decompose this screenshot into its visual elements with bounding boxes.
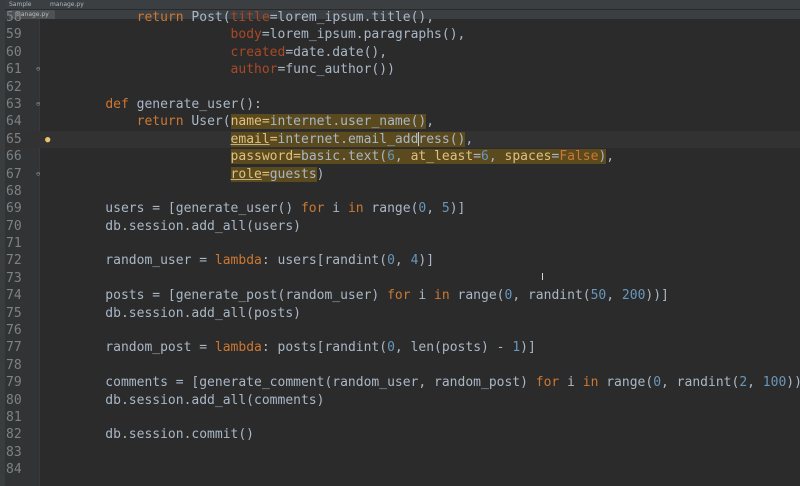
code-text[interactable]: created=date.date(), <box>74 44 388 61</box>
line-number: 62 <box>6 79 22 95</box>
code-text[interactable]: db.session.add_all(comments) <box>74 392 324 409</box>
fold-marker-icon[interactable]: ⊖ <box>36 170 42 177</box>
code-line[interactable]: 83 <box>5 444 800 461</box>
line-number: 72 <box>6 253 22 269</box>
code-text[interactable]: posts = [generate_post(random_user) for … <box>74 287 669 304</box>
fold-marker-icon[interactable]: ⊖ <box>36 66 42 73</box>
code-line[interactable]: 76 <box>5 322 800 339</box>
line-number: 65 <box>6 131 22 147</box>
text-cursor-icon: I <box>541 272 544 283</box>
code-text[interactable]: return Post(title=lorem_ipsum.title(), <box>74 9 434 26</box>
code-line[interactable]: 66 password=basic.text(6, at_least=6, sp… <box>5 148 800 165</box>
code-line[interactable]: 82 db.session.commit() <box>5 426 800 443</box>
code-text[interactable]: author=func_author()) <box>74 61 395 78</box>
code-text[interactable]: password=basic.text(6, at_least=6, space… <box>74 148 614 165</box>
code-text[interactable]: db.session.add_all(posts) <box>74 305 301 322</box>
code-text[interactable]: return User(name=internet.user_name(), <box>74 113 434 130</box>
code-text[interactable]: random_post = lambda: posts[randint(0, l… <box>74 339 536 356</box>
line-number: 67 <box>6 166 22 182</box>
line-number: 83 <box>6 444 22 460</box>
code-line[interactable]: 78 <box>5 357 800 374</box>
code-line[interactable]: 63 ⊖ def generate_user(): <box>5 96 800 113</box>
code-line[interactable]: 68 <box>5 183 800 200</box>
code-line[interactable]: 60 created=date.date(), <box>5 44 800 61</box>
code-line[interactable]: 69 users = [generate_user() for i in ran… <box>5 200 800 217</box>
code-line[interactable]: 70 db.session.add_all(users) <box>5 218 800 235</box>
code-line[interactable]: 65 ● email=internet.email_address(), <box>5 130 800 149</box>
line-number: 84 <box>6 462 22 478</box>
line-number: 70 <box>6 218 22 234</box>
code-line[interactable]: 72 random_user = lambda: users[randint(0… <box>5 252 800 269</box>
line-number: 63 <box>6 96 22 112</box>
intention-bulb-icon[interactable]: ● <box>45 132 50 149</box>
line-number: 75 <box>6 305 22 321</box>
code-line[interactable]: 67 ⊖ role=guests) <box>5 166 800 183</box>
code-area[interactable]: 58 return Post(title=lorem_ipsum.title()… <box>5 9 800 479</box>
code-text[interactable]: db.session.commit() <box>74 426 254 443</box>
line-number: 71 <box>6 236 22 252</box>
code-text[interactable]: role=guests) <box>74 166 324 183</box>
code-line[interactable]: 79 comments = [generate_comment(random_u… <box>5 374 800 391</box>
fold-marker-icon[interactable]: ⊖ <box>36 100 42 107</box>
code-line[interactable]: 81 <box>5 409 800 426</box>
line-number: 78 <box>6 357 22 373</box>
code-text[interactable]: def generate_user(): <box>74 96 262 113</box>
code-line[interactable]: 80 db.session.add_all(comments) <box>5 392 800 409</box>
code-line[interactable]: 73 <box>5 270 800 287</box>
line-number: 68 <box>6 183 22 199</box>
line-number: 74 <box>6 288 22 304</box>
line-number: 66 <box>6 149 22 165</box>
code-text[interactable]: random_user = lambda: users[randint(0, 4… <box>74 252 434 269</box>
code-line[interactable]: 64 return User(name=internet.user_name()… <box>5 113 800 130</box>
code-text[interactable]: email=internet.email_address(), <box>74 131 473 148</box>
code-text[interactable]: comments = [generate_comment(random_user… <box>74 374 800 391</box>
code-text[interactable]: db.session.add_all(users) <box>74 218 301 235</box>
line-number: 80 <box>6 392 22 408</box>
breadcrumb-file[interactable]: manage.py <box>50 0 84 9</box>
code-line[interactable]: 71 <box>5 235 800 252</box>
code-line[interactable]: 77 random_post = lambda: posts[randint(0… <box>5 339 800 356</box>
line-number: 81 <box>6 409 22 425</box>
code-line[interactable]: 59 body=lorem_ipsum.paragraphs(), <box>5 26 800 43</box>
code-text[interactable]: users = [generate_user() for i in range(… <box>74 200 465 217</box>
line-number: 82 <box>6 427 22 443</box>
line-number: 61 <box>6 62 22 78</box>
code-line[interactable]: 84 <box>5 461 800 478</box>
line-number: 69 <box>6 201 22 217</box>
line-number: 77 <box>6 340 22 356</box>
code-line[interactable]: 74 posts = [generate_post(random_user) f… <box>5 287 800 304</box>
line-number: 79 <box>6 375 22 391</box>
line-number: 64 <box>6 114 22 130</box>
code-line[interactable]: 75 db.session.add_all(posts) <box>5 305 800 322</box>
code-line[interactable]: 58 return Post(title=lorem_ipsum.title()… <box>5 9 800 26</box>
line-number: 60 <box>6 44 22 60</box>
breadcrumb-project[interactable]: Sample <box>9 0 32 9</box>
line-number: 59 <box>6 27 22 43</box>
line-number: 76 <box>6 323 22 339</box>
code-line[interactable]: 62 <box>5 79 800 96</box>
line-number: 58 <box>6 10 22 25</box>
code-editor[interactable]: 58 return Post(title=lorem_ipsum.title()… <box>5 10 800 486</box>
code-text[interactable]: body=lorem_ipsum.paragraphs(), <box>74 26 466 43</box>
line-number: 73 <box>6 270 22 286</box>
code-line[interactable]: 61 ⊖ author=func_author()) <box>5 61 800 78</box>
